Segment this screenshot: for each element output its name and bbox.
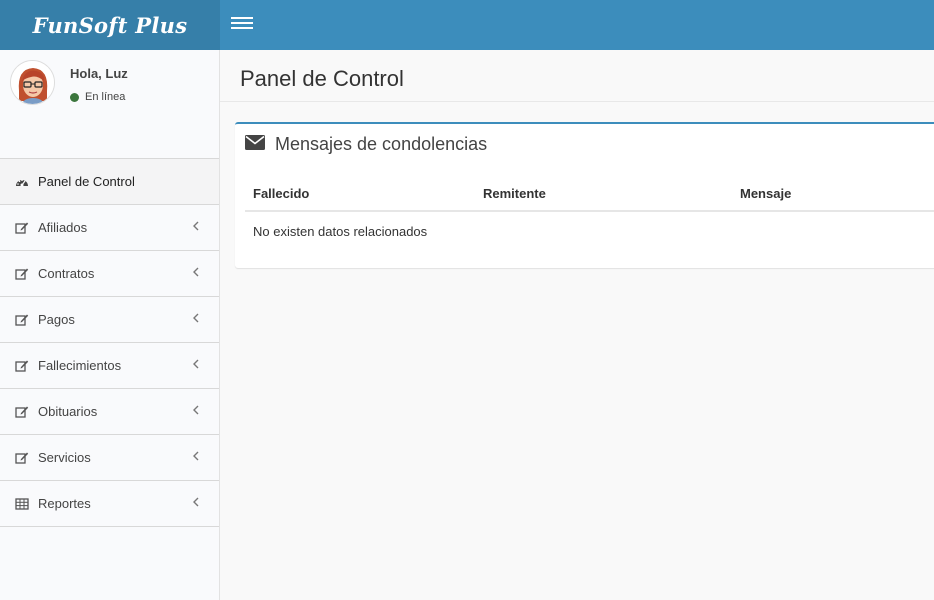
column-header-remitente[interactable]: Remitente — [483, 186, 546, 201]
edit-icon — [15, 221, 29, 235]
sidebar-item-label: Fallecimientos — [38, 358, 122, 373]
sidebar-item-label: Afiliados — [38, 220, 88, 235]
chevron-left-icon — [193, 359, 199, 369]
condolences-box: Mensajes de condolencias Fallecido Remit… — [235, 122, 934, 268]
chevron-left-icon — [193, 221, 199, 231]
table-icon — [15, 497, 29, 511]
chevron-left-icon — [193, 267, 199, 277]
user-status[interactable]: En línea — [70, 91, 125, 103]
avatar — [10, 60, 55, 105]
chevron-left-icon — [193, 313, 199, 323]
chevron-left-icon — [193, 451, 199, 461]
status-dot-icon — [70, 92, 79, 102]
edit-icon — [15, 405, 29, 419]
column-header-mensaje[interactable]: Mensaje — [740, 186, 791, 201]
column-header-fallecido[interactable]: Fallecido — [253, 186, 309, 201]
sidebar-item-label: Servicios — [38, 450, 91, 465]
sidebar-item-label: Panel de Control — [38, 174, 135, 189]
sidebar-item-label: Reportes — [38, 496, 91, 511]
user-panel: Hola, Luz En línea — [0, 50, 219, 158]
sidebar-item-label: Contratos — [38, 266, 95, 281]
condolences-table: Fallecido Remitente Mensaje No existen d… — [245, 178, 934, 239]
sidebar-item-pagos[interactable]: Pagos — [0, 297, 219, 343]
edit-icon — [15, 359, 29, 373]
page-title: Panel de Control — [240, 66, 404, 91]
top-navbar — [220, 0, 934, 50]
edit-icon — [15, 313, 29, 327]
user-status-label: En línea — [85, 91, 126, 103]
sidebar-item-reportes[interactable]: Reportes — [0, 481, 219, 527]
sidebar: Hola, Luz En línea Panel de Control Afil… — [0, 50, 220, 600]
sidebar-item-servicios[interactable]: Servicios — [0, 435, 219, 481]
chevron-left-icon — [193, 405, 199, 415]
box-header: Mensajes de condolencias — [245, 134, 487, 155]
sidebar-toggle-icon[interactable] — [230, 15, 254, 35]
sidebar-item-contratos[interactable]: Contratos — [0, 251, 219, 297]
box-title: Mensajes de condolencias — [275, 134, 488, 154]
envelope-icon — [245, 134, 265, 155]
user-greeting: Hola, Luz — [70, 66, 128, 81]
edit-icon — [15, 451, 29, 465]
sidebar-item-label: Obituarios — [38, 404, 98, 419]
content-header: Panel de Control — [220, 50, 934, 102]
edit-icon — [15, 267, 29, 281]
sidebar-item-obituarios[interactable]: Obituarios — [0, 389, 219, 435]
sidebar-item-panel-de-control[interactable]: Panel de Control — [0, 159, 219, 205]
chevron-left-icon — [193, 497, 199, 507]
sidebar-item-afiliados[interactable]: Afiliados — [0, 205, 219, 251]
brand-name: FunSoft Plus — [32, 12, 188, 38]
dashboard-icon — [15, 175, 29, 189]
sidebar-item-fallecimientos[interactable]: Fallecimientos — [0, 343, 219, 389]
sidebar-item-label: Pagos — [38, 312, 75, 327]
table-header-row: Fallecido Remitente Mensaje — [245, 178, 934, 212]
app-logo[interactable]: FunSoft Plus — [0, 0, 220, 50]
empty-table-message: No existen datos relacionados — [253, 224, 428, 239]
sidebar-menu: Panel de Control Afiliados Contratos Pag… — [0, 158, 219, 527]
